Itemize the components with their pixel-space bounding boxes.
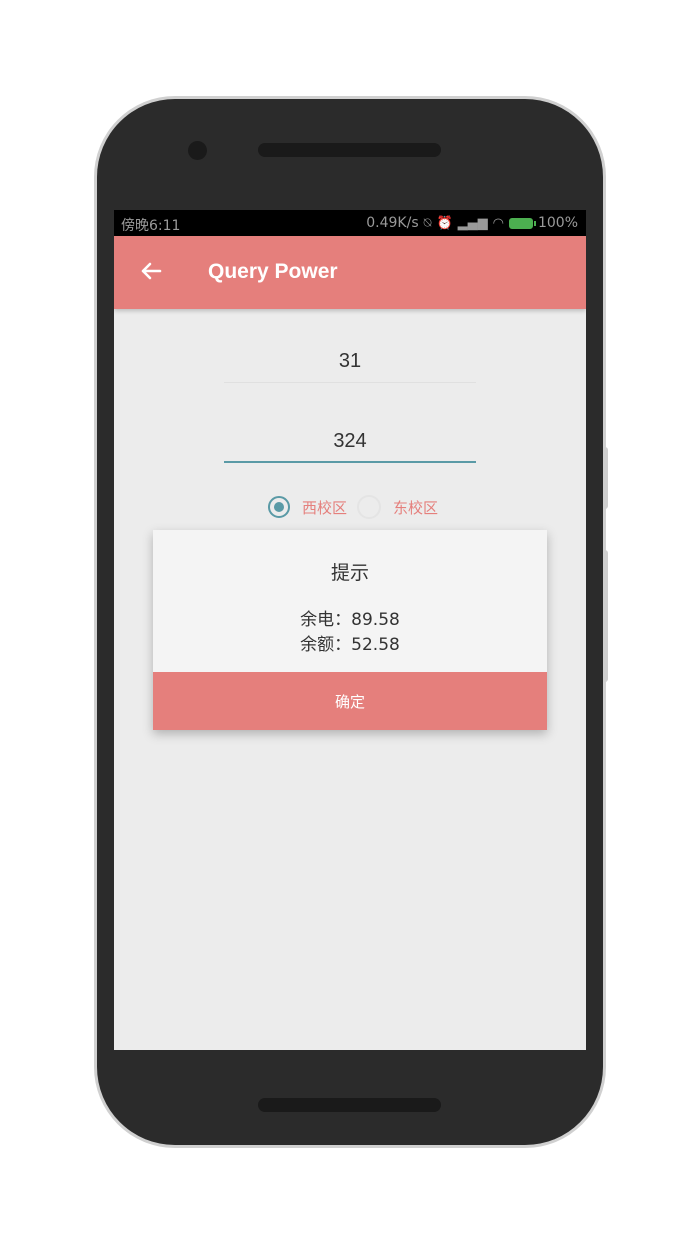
app-bar: Query Power bbox=[114, 236, 586, 309]
dialog-title: 提示 bbox=[330, 562, 369, 584]
page-title: Query Power bbox=[208, 260, 338, 283]
radio-west-campus[interactable] bbox=[268, 496, 290, 518]
room-input[interactable]: 324 bbox=[224, 430, 476, 463]
wifi-icon: ◠ bbox=[492, 215, 504, 231]
front-camera bbox=[188, 141, 207, 160]
power-button bbox=[603, 550, 608, 682]
radio-east-campus[interactable] bbox=[357, 495, 382, 519]
signal-icon: ▂▄▆ bbox=[457, 215, 488, 231]
confirm-button[interactable]: 确定 bbox=[153, 672, 547, 730]
bottom-speaker bbox=[258, 1098, 441, 1112]
status-bar: 傍晚6:11 0.49K/s ⍉ ⏰ ▂▄▆ ◠ 100% bbox=[114, 210, 586, 236]
result-dialog: 提示 余电：89.58 余额：52.58 确定 bbox=[153, 530, 547, 730]
arrow-left-icon[interactable] bbox=[136, 256, 166, 286]
battery-charging-icon bbox=[508, 217, 536, 229]
radio-east-campus-label[interactable]: 东校区 bbox=[393, 497, 438, 518]
campus-radio-group: 西校区 东校区 bbox=[268, 493, 448, 521]
battery-level: 100% bbox=[537, 215, 578, 231]
status-time: 傍晚6:11 bbox=[121, 218, 181, 234]
radio-west-campus-label[interactable]: 西校区 bbox=[302, 497, 347, 518]
alarm-off-icon: ⍉ bbox=[423, 215, 432, 231]
status-icons: 0.49K/s ⍉ ⏰ ▂▄▆ ◠ 100% bbox=[366, 215, 578, 231]
building-input[interactable]: 31 bbox=[224, 350, 476, 383]
earpiece-speaker bbox=[258, 143, 441, 157]
dialog-remaining-power: 余电：89.58 bbox=[300, 610, 400, 630]
screen: 傍晚6:11 0.49K/s ⍉ ⏰ ▂▄▆ ◠ 100% Query Powe… bbox=[114, 210, 586, 1050]
network-speed: 0.49K/s bbox=[366, 215, 419, 231]
alarm-clock-icon: ⏰ bbox=[436, 215, 453, 231]
volume-button bbox=[603, 447, 608, 509]
building-input-value: 31 bbox=[338, 350, 362, 372]
room-input-value: 324 bbox=[333, 430, 367, 452]
dialog-remaining-balance: 余额：52.58 bbox=[300, 635, 400, 655]
